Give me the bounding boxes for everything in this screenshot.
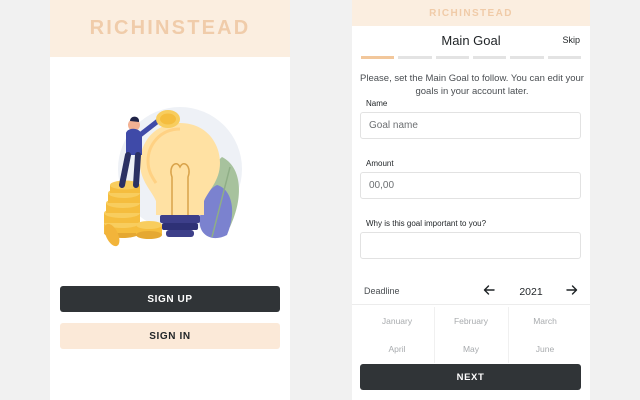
month-option[interactable]: May <box>434 335 508 363</box>
arrow-right-icon <box>566 285 578 295</box>
main-goal-screen: RICHINSTEAD Main Goal Skip Please, set t… <box>352 0 590 400</box>
month-option[interactable]: February <box>434 307 508 335</box>
previous-year-button[interactable] <box>480 281 498 299</box>
progress-step <box>510 56 544 59</box>
progress-step <box>398 56 432 59</box>
progress-step <box>547 56 581 59</box>
brand-logo: RICHINSTEAD <box>429 7 513 19</box>
brand-logo: RICHINSTEAD <box>89 17 251 39</box>
sign-up-button[interactable]: SIGN UP <box>60 286 280 312</box>
goal-reason-input[interactable] <box>360 232 581 259</box>
month-picker: January February March April May June <box>360 307 582 363</box>
step-progress <box>361 56 581 59</box>
welcome-screen: RICHINSTEAD SIGN UP SIGN IN <box>50 0 290 400</box>
deadline-label: Deadline <box>364 286 400 296</box>
month-option[interactable]: April <box>360 335 434 363</box>
sign-in-button[interactable]: SIGN IN <box>60 323 280 349</box>
intro-text: Please, set the Main Goal to follow. You… <box>360 73 584 97</box>
skip-link[interactable]: Skip <box>562 35 580 45</box>
why-label: Why is this goal important to you? <box>366 219 487 228</box>
goal-name-input[interactable] <box>360 112 581 139</box>
progress-step <box>361 56 395 59</box>
deadline-year: 2021 <box>519 286 543 298</box>
month-option[interactable]: March <box>508 307 582 335</box>
name-label: Name <box>366 99 388 108</box>
next-year-button[interactable] <box>563 281 581 299</box>
divider <box>352 304 590 305</box>
month-option[interactable]: June <box>508 335 582 363</box>
next-button[interactable]: NEXT <box>360 364 581 390</box>
amount-input[interactable] <box>360 172 581 199</box>
amount-label: Amount <box>366 159 394 168</box>
progress-step <box>435 56 469 59</box>
page-title: Main Goal <box>441 33 501 48</box>
arrow-left-icon <box>483 285 495 295</box>
month-option[interactable]: January <box>360 307 434 335</box>
progress-step <box>472 56 507 59</box>
brand-header: RICHINSTEAD <box>352 0 590 26</box>
brand-header: RICHINSTEAD <box>50 0 290 57</box>
lightbulb-illustration <box>104 107 242 247</box>
